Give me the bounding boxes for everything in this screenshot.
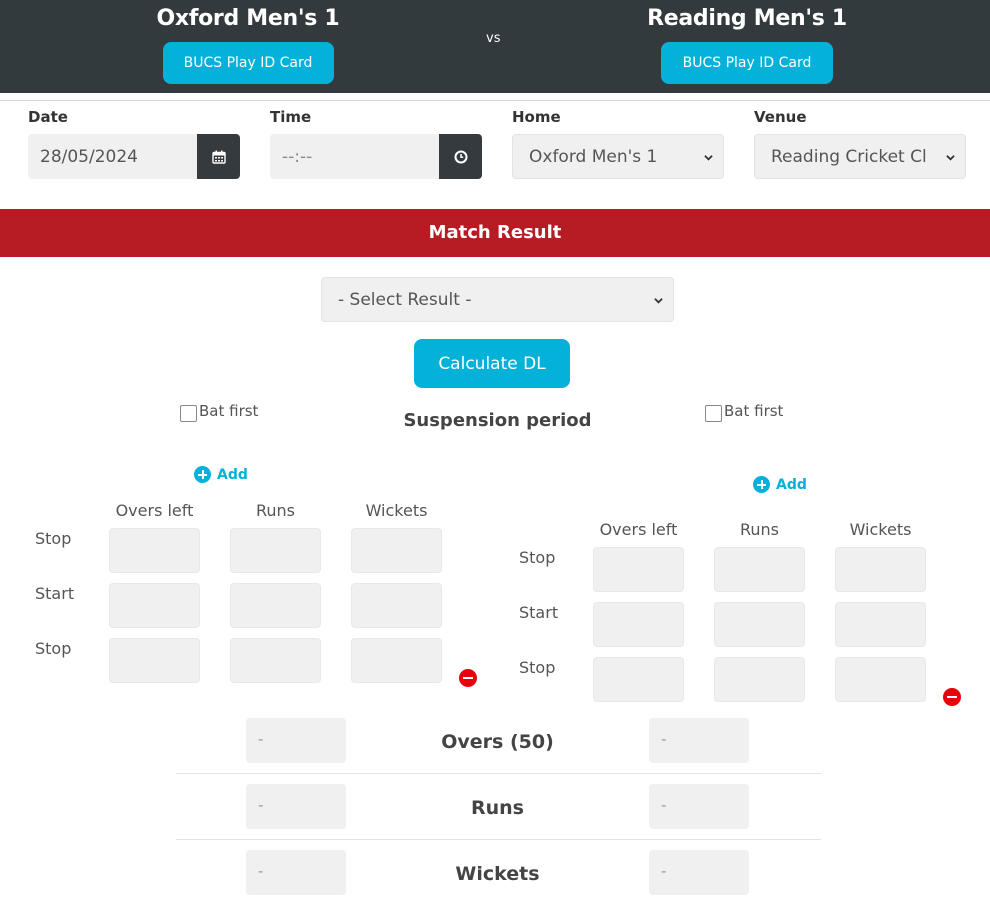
venue-select-value: Reading Cricket Cl	[771, 146, 927, 167]
home-col-overs-left: Overs left	[115, 501, 194, 520]
header-divider	[0, 100, 990, 101]
away-stop1-wickets-input[interactable]	[835, 547, 926, 592]
away-remove-icon[interactable]	[943, 688, 961, 706]
away-start-wickets-input[interactable]	[835, 602, 926, 647]
home-team-block: Oxford Men's 1 BUCS Play ID Card	[98, 0, 398, 84]
home-label: Home	[512, 108, 561, 126]
home-team-name: Oxford Men's 1	[156, 6, 340, 31]
home-row-start: Start	[35, 584, 75, 603]
time-label: Time	[270, 108, 312, 126]
clock-icon	[454, 150, 467, 163]
match-header: Oxford Men's 1 BUCS Play ID Card vs Read…	[0, 0, 990, 93]
home-row-stop-1: Stop	[35, 529, 72, 548]
away-wickets-input[interactable]: -	[649, 850, 749, 895]
away-stop2-runs-input[interactable]	[714, 657, 805, 702]
home-select-value: Oxford Men's 1	[529, 146, 658, 167]
home-start-wickets-input[interactable]	[351, 583, 442, 628]
time-input[interactable]: --:--	[270, 134, 440, 179]
home-play-id-button[interactable]: BUCS Play ID Card	[162, 42, 334, 84]
away-team-name: Reading Men's 1	[647, 6, 847, 31]
home-stop1-overs-input[interactable]	[109, 528, 200, 573]
summary-divider	[176, 839, 821, 840]
away-team-block: Reading Men's 1 BUCS Play ID Card	[597, 0, 897, 84]
vs-label: vs	[486, 31, 501, 46]
home-col-wickets: Wickets	[365, 501, 428, 520]
home-stop1-wickets-input[interactable]	[351, 528, 442, 573]
venue-select[interactable]: Reading Cricket Cl	[754, 134, 966, 179]
date-input[interactable]: 28/05/2024	[28, 134, 198, 179]
away-stop1-overs-input[interactable]	[593, 547, 684, 592]
chevron-down-icon	[654, 297, 663, 304]
home-select[interactable]: Oxford Men's 1	[512, 134, 724, 179]
home-add-label: Add	[217, 466, 248, 483]
away-overs-input[interactable]: -	[649, 718, 749, 763]
away-col-overs-left: Overs left	[599, 520, 678, 539]
home-start-runs-input[interactable]	[230, 583, 321, 628]
away-row-stop-2: Stop	[519, 658, 556, 677]
away-add-suspension[interactable]: Add	[753, 476, 807, 493]
home-remove-icon[interactable]	[459, 669, 477, 687]
away-start-runs-input[interactable]	[714, 602, 805, 647]
away-col-runs: Runs	[739, 520, 779, 539]
calendar-icon	[211, 150, 226, 164]
home-start-overs-input[interactable]	[109, 583, 200, 628]
suspension-period-title: Suspension period	[403, 410, 592, 431]
plus-circle-icon	[753, 476, 770, 493]
clock-button[interactable]	[439, 134, 482, 179]
plus-circle-icon	[194, 466, 211, 483]
chevron-down-icon	[946, 154, 955, 161]
venue-label: Venue	[754, 108, 807, 126]
summary-runs-label: Runs	[471, 797, 524, 819]
home-row-stop-2: Stop	[35, 639, 72, 658]
away-play-id-button[interactable]: BUCS Play ID Card	[661, 42, 833, 84]
away-stop1-runs-input[interactable]	[714, 547, 805, 592]
home-col-runs: Runs	[255, 501, 295, 520]
match-result-bar: Match Result	[0, 209, 990, 257]
home-add-suspension[interactable]: Add	[194, 466, 248, 483]
home-stop2-runs-input[interactable]	[230, 638, 321, 683]
summary-wickets-label: Wickets	[455, 863, 540, 885]
away-stop2-overs-input[interactable]	[593, 657, 684, 702]
home-stop2-wickets-input[interactable]	[351, 638, 442, 683]
home-stop2-overs-input[interactable]	[109, 638, 200, 683]
away-start-overs-input[interactable]	[593, 602, 684, 647]
result-select[interactable]: - Select Result -	[321, 277, 674, 322]
calculate-dl-button[interactable]: Calculate DL	[414, 339, 570, 388]
summary-overs-label: Overs (50)	[441, 731, 554, 753]
result-select-value: - Select Result -	[338, 289, 472, 310]
chevron-down-icon	[704, 154, 713, 161]
away-row-start: Start	[519, 603, 559, 622]
away-col-wickets: Wickets	[849, 520, 912, 539]
date-label: Date	[28, 108, 68, 126]
summary-divider	[176, 773, 821, 774]
calendar-button[interactable]	[197, 134, 240, 179]
home-stop1-runs-input[interactable]	[230, 528, 321, 573]
away-row-stop-1: Stop	[519, 548, 556, 567]
away-runs-input[interactable]: -	[649, 784, 749, 829]
away-add-label: Add	[776, 476, 807, 493]
away-stop2-wickets-input[interactable]	[835, 657, 926, 702]
